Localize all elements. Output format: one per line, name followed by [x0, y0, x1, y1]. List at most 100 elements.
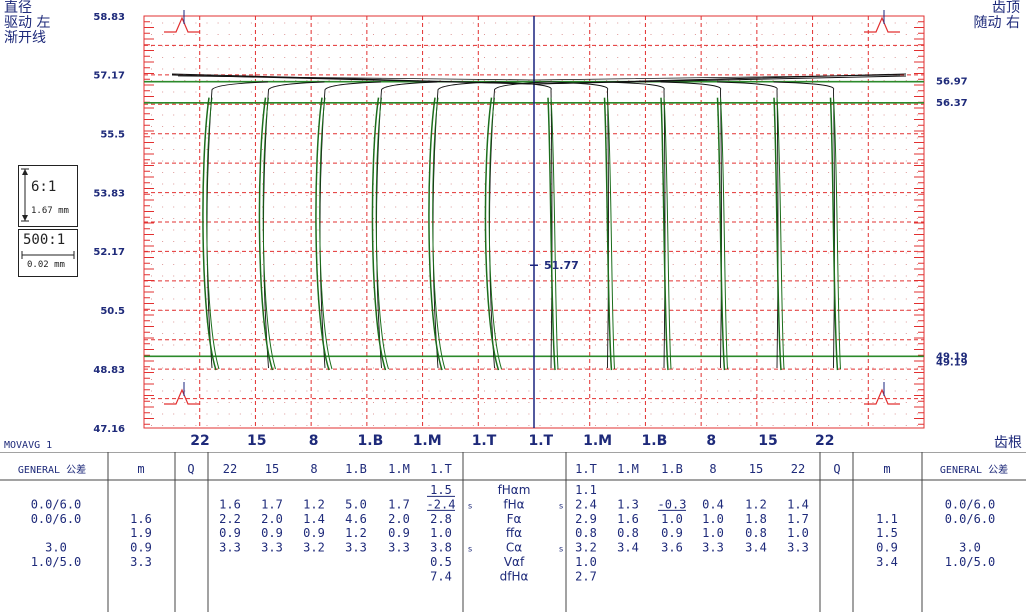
profile-chart: 58.83 57.17 55.5 53.83 52.17 50.5 48.83 47.16 56…	[93, 10, 968, 449]
param-label: dfHα	[500, 569, 529, 583]
right-tooth-value: 1.3	[617, 497, 639, 511]
right-tooth-value: 1.0	[661, 512, 683, 526]
right-tooth-value: 2.9	[575, 512, 597, 526]
left-tooth-value: 1.7	[388, 497, 410, 511]
left-m-value: 3.3	[130, 555, 152, 569]
s-mark: s	[468, 501, 472, 510]
right-header-general: GENERAL 公差	[940, 463, 1008, 476]
tooth-label: 1.B	[642, 433, 668, 449]
left-tooth-value: 3.3	[219, 541, 241, 555]
tooth-label: 8	[706, 433, 716, 449]
right-tooth-value: 3.3	[702, 541, 724, 555]
tooth-label: 1.B	[358, 433, 384, 449]
left-tooth-value: 0.9	[219, 526, 241, 540]
right-general-value: 1.0/5.0	[945, 555, 996, 569]
param-label: fHα	[503, 497, 524, 511]
left-tooth-value: 1.2	[303, 497, 325, 511]
center-value-label: 51.77	[544, 259, 579, 272]
reference-label: 56.37	[936, 98, 968, 109]
param-label: fHαm	[498, 483, 531, 497]
left-tooth-value: 1.4	[303, 512, 325, 526]
right-header-q: Q	[833, 462, 840, 476]
s-mark: s	[559, 545, 563, 554]
left-tooth-value: -2.4	[427, 497, 456, 511]
left-tooth-value: 1.2	[345, 526, 367, 540]
y-tick-label: 47.16	[93, 424, 125, 435]
y-tick-label: 57.17	[93, 71, 125, 82]
right-tooth-value: 1.6	[617, 512, 639, 526]
left-tooth-value: 2.0	[261, 512, 283, 526]
y-tick-label: 50.5	[100, 306, 125, 317]
left-m-value: 1.9	[130, 526, 152, 540]
left-tooth-value: 3.3	[261, 541, 283, 555]
left-tooth-value: 1.0	[430, 526, 452, 540]
right-tooth-value: 2.7	[575, 569, 597, 583]
deviation-table: GENERAL 公差 m Q 22 15 8 1.B 1.M 1.T 1.T 1.M 1.B 8 15 22…	[0, 452, 1026, 612]
left-tooth-value: 5.0	[345, 497, 367, 511]
tooth-label: 1.T	[528, 433, 553, 449]
left-tooth-value: 1.5	[430, 483, 452, 497]
left-tooth-value: 2.0	[388, 512, 410, 526]
right-tooth-value: 1.7	[787, 512, 809, 526]
right-tooth-value: 1.0	[787, 526, 809, 540]
left-header-general: GENERAL 公差	[18, 463, 86, 476]
param-label: ffα	[506, 526, 522, 540]
right-m-value: 3.4	[876, 555, 898, 569]
right-tooth-value: 1.0	[702, 526, 724, 540]
right-tooth-value: 0.9	[661, 526, 683, 540]
right-general-value: 0.0/6.0	[945, 497, 996, 511]
y-tick-label: 53.83	[93, 189, 125, 200]
param-label: Vαf	[504, 555, 525, 569]
right-tooth-value: 0.4	[702, 497, 724, 511]
s-mark: s	[559, 501, 563, 510]
tooth-label: 1.T	[472, 433, 497, 449]
left-tooth-value: 0.9	[388, 526, 410, 540]
y-tick-label: 48.83	[93, 365, 125, 376]
left-header-tooth: 1.T	[430, 462, 452, 476]
right-general-value: 0.0/6.0	[945, 512, 996, 526]
right-tooth-value: 3.6	[661, 541, 683, 555]
left-header-tooth: 15	[265, 462, 279, 476]
left-header-tooth: 8	[310, 462, 317, 476]
left-tooth-value: 3.8	[430, 541, 452, 555]
right-tooth-value: -0.3	[658, 497, 687, 511]
left-tooth-value: 1.7	[261, 497, 283, 511]
left-header-tooth: 1.M	[388, 462, 410, 476]
right-tooth-value: 0.8	[575, 526, 597, 540]
left-header-tooth: 1.B	[345, 462, 367, 476]
right-header-tooth: 8	[709, 462, 716, 476]
left-header-m: m	[137, 462, 144, 476]
right-m-value: 1.5	[876, 526, 898, 540]
y-tick-label: 55.5	[100, 130, 125, 141]
right-tooth-value: 0.8	[617, 526, 639, 540]
left-tooth-value: 0.9	[261, 526, 283, 540]
left-general-value: 3.0	[45, 541, 67, 555]
right-header-tooth: 15	[749, 462, 763, 476]
left-tooth-value: 3.2	[303, 541, 325, 555]
tooth-label: 1.M	[413, 433, 442, 449]
y-tick-label: 58.83	[93, 12, 125, 23]
right-tooth-value: 3.4	[745, 541, 767, 555]
left-tooth-value: 0.9	[303, 526, 325, 540]
left-general-value: 1.0/5.0	[31, 555, 82, 569]
right-tooth-value: 2.4	[575, 497, 597, 511]
tooth-label: 22	[190, 433, 209, 449]
tooth-label: 22	[815, 433, 834, 449]
right-m-value: 1.1	[876, 512, 898, 526]
left-tooth-value: 0.5	[430, 555, 452, 569]
tooth-label: 15	[758, 433, 777, 449]
left-tooth-value: 7.4	[430, 569, 452, 583]
y-tick-label: 52.17	[93, 247, 125, 258]
right-tooth-value: 3.4	[617, 541, 639, 555]
param-label: Cα	[506, 541, 522, 555]
left-general-value: 0.0/6.0	[31, 497, 82, 511]
tooth-label: 1.M	[583, 433, 612, 449]
right-header-tooth: 1.T	[575, 462, 597, 476]
left-tooth-value: 2.8	[430, 512, 452, 526]
left-general-value: 0.0/6.0	[31, 512, 82, 526]
left-header-tooth: 22	[223, 462, 237, 476]
right-tooth-value: 1.8	[745, 512, 767, 526]
left-tooth-value: 4.6	[345, 512, 367, 526]
reference-label: 56.97	[936, 77, 968, 88]
left-tooth-value: 2.2	[219, 512, 241, 526]
